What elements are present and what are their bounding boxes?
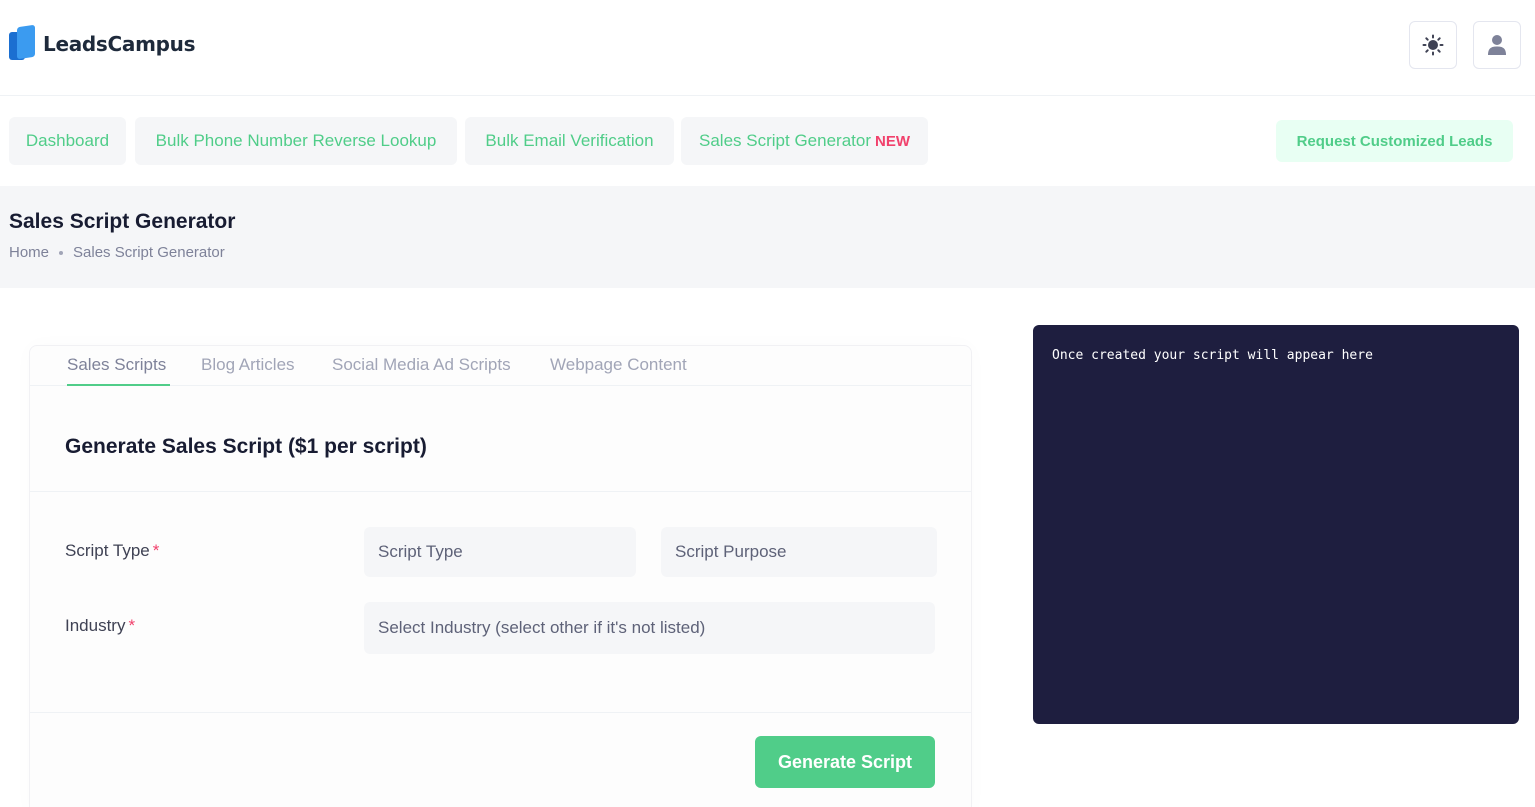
nav-dashboard[interactable]: Dashboard <box>9 117 126 165</box>
nav-sales-script-generator[interactable]: Sales Script Generator NEW <box>681 117 928 165</box>
nav-bulk-phone-lookup[interactable]: Bulk Phone Number Reverse Lookup <box>135 117 457 165</box>
script-output-panel: Once created your script will appear her… <box>1033 325 1519 724</box>
required-mark: * <box>128 616 136 635</box>
new-badge: NEW <box>874 132 910 150</box>
logo-icon <box>9 24 37 62</box>
script-type-label-text: Script Type <box>65 541 150 560</box>
required-mark: * <box>152 541 160 560</box>
tab-social-media-ad-scripts[interactable]: Social Media Ad Scripts <box>332 355 511 375</box>
content-type-tabs: Sales Scripts Blog Articles Social Media… <box>30 346 971 386</box>
script-form-card: Sales Scripts Blog Articles Social Media… <box>29 345 972 807</box>
app-header: LeadsCampus <box>0 0 1535 96</box>
divider <box>30 491 971 492</box>
divider <box>30 712 971 713</box>
nav-bulk-email-verification[interactable]: Bulk Email Verification <box>465 117 674 165</box>
breadcrumb-separator <box>59 250 64 255</box>
theme-toggle-button[interactable] <box>1409 21 1457 69</box>
page-title: Sales Script Generator <box>9 210 236 233</box>
script-type-select[interactable]: Script Type <box>364 527 636 577</box>
script-purpose-select-value: Script Purpose <box>675 542 787 561</box>
nav-bulk-email-verification-label: Bulk Email Verification <box>485 131 654 150</box>
breadcrumb-home[interactable]: Home <box>9 244 49 261</box>
top-nav: Dashboard Bulk Phone Number Reverse Look… <box>0 96 1535 186</box>
tab-blog-articles[interactable]: Blog Articles <box>201 355 295 375</box>
generate-script-button[interactable]: Generate Script <box>755 736 935 788</box>
tab-webpage-content[interactable]: Webpage Content <box>550 355 687 375</box>
request-customized-leads-button[interactable]: Request Customized Leads <box>1276 120 1513 162</box>
form-title: Generate Sales Script ($1 per script) <box>65 435 427 458</box>
user-menu-button[interactable] <box>1473 21 1521 69</box>
script-type-select-value: Script Type <box>378 542 463 561</box>
nav-bulk-phone-lookup-label: Bulk Phone Number Reverse Lookup <box>155 131 437 150</box>
page-toolbar: Sales Script Generator Home Sales Script… <box>0 186 1535 288</box>
tab-sales-scripts[interactable]: Sales Scripts <box>67 355 166 375</box>
industry-select-value: Select Industry (select other if it's no… <box>378 618 706 637</box>
breadcrumb: Home Sales Script Generator <box>9 244 225 261</box>
sun-icon <box>1422 34 1444 56</box>
breadcrumb-current: Sales Script Generator <box>73 244 225 261</box>
industry-label: Industry * <box>65 616 135 636</box>
nav-dashboard-label: Dashboard <box>25 131 110 150</box>
logo[interactable]: LeadsCampus <box>9 24 196 62</box>
script-output-placeholder: Once created your script will appear her… <box>1052 348 1373 363</box>
industry-label-text: Industry <box>65 616 126 635</box>
user-icon <box>1488 35 1506 55</box>
industry-select[interactable]: Select Industry (select other if it's no… <box>364 602 935 654</box>
nav-sales-script-generator-label: Sales Script Generator <box>699 131 871 150</box>
logo-text: LeadsCampus <box>43 32 196 56</box>
active-tab-indicator <box>67 384 170 386</box>
script-purpose-select[interactable]: Script Purpose <box>661 527 937 577</box>
script-type-label: Script Type * <box>65 541 159 561</box>
